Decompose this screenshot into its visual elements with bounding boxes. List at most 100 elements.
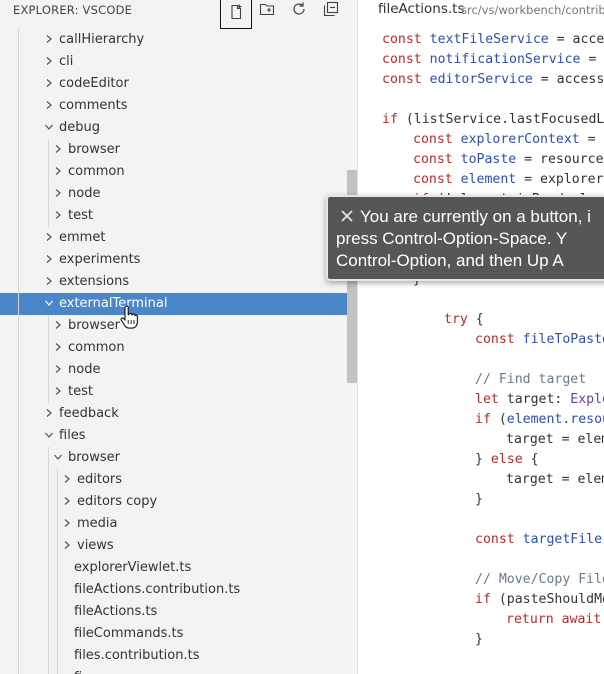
tree-folder-row[interactable]: browser — [0, 315, 358, 337]
tree-file-row[interactable]: explorerViewlet.ts — [0, 557, 358, 579]
tree-folder-row[interactable]: views — [0, 535, 358, 557]
code-line: if (element.resou — [475, 410, 604, 430]
code-token: target = elem — [506, 472, 604, 487]
tree-folder-row[interactable]: extensions — [0, 271, 358, 293]
indent-guide — [48, 161, 49, 183]
tab-filename[interactable]: fileActions.ts — [378, 1, 465, 17]
chevron-right-icon[interactable] — [44, 78, 54, 88]
tree-folder-row[interactable]: browser — [0, 139, 358, 161]
tree-folder-row[interactable]: debug — [0, 117, 358, 139]
code-line: let target: Explo — [475, 390, 604, 410]
chevron-right-icon[interactable] — [53, 188, 63, 198]
code-token: explorerContext — [460, 132, 580, 147]
indent-guide — [57, 535, 58, 557]
chevron-right-icon[interactable] — [44, 232, 54, 242]
chevron-right-icon[interactable] — [53, 364, 63, 374]
chevron-down-icon[interactable] — [44, 122, 54, 132]
chevron-right-icon[interactable] — [53, 386, 63, 396]
tree-folder-row[interactable]: codeEditor — [0, 73, 358, 95]
refresh-button[interactable] — [285, 0, 313, 22]
tree-item-label: browser — [68, 142, 121, 157]
code-line: } else { — [475, 450, 539, 470]
tree-file-row[interactable]: fi — [0, 667, 358, 674]
tree-item-label: cli — [59, 54, 74, 69]
tree-item-label: codeEditor — [59, 76, 129, 91]
code-token: const — [413, 172, 461, 187]
tree-folder-row[interactable]: callHierarchy — [0, 29, 358, 51]
chevron-down-icon[interactable] — [44, 298, 54, 308]
code-token: if — [475, 412, 499, 427]
tree-item-label: callHierarchy — [59, 32, 145, 47]
tree-file-row[interactable]: fileActions.contribution.ts — [0, 579, 358, 601]
tree-folder-row[interactable]: test — [0, 381, 358, 403]
chevron-right-icon[interactable] — [53, 144, 63, 154]
tree-item-label: extensions — [59, 274, 130, 289]
chevron-right-icon[interactable] — [53, 166, 63, 176]
code-line: const editorService = accesso — [382, 70, 604, 90]
indent-guide — [18, 139, 19, 161]
tree-folder-row[interactable]: externalTerminal — [0, 293, 358, 315]
tree-folder-row[interactable]: editors copy — [0, 491, 358, 513]
tree-item-label: debug — [59, 120, 100, 135]
tree-folder-row[interactable]: common — [0, 337, 358, 359]
chevron-right-icon[interactable] — [53, 342, 63, 352]
tree-file-row[interactable]: fileCommands.ts — [0, 623, 358, 645]
chevron-right-icon[interactable] — [44, 408, 54, 418]
tree-file-row[interactable]: fileActions.ts — [0, 601, 358, 623]
tree-file-row[interactable]: files.contribution.ts — [0, 645, 358, 667]
tree-folder-row[interactable]: test — [0, 205, 358, 227]
tree-item-label: fileActions.ts — [74, 604, 158, 619]
chevron-right-icon[interactable] — [62, 496, 72, 506]
tree-folder-row[interactable]: cli — [0, 51, 358, 73]
indent-guide — [18, 513, 19, 535]
chevron-right-icon[interactable] — [53, 210, 63, 220]
code-token: return await — [506, 612, 602, 627]
new-file-button[interactable] — [220, 0, 252, 29]
indent-guide — [18, 337, 19, 359]
chevron-right-icon[interactable] — [44, 56, 54, 66]
new-folder-button[interactable] — [253, 0, 281, 22]
chevron-right-icon[interactable] — [44, 254, 54, 264]
tree-folder-row[interactable]: browser — [0, 447, 358, 469]
code-editor[interactable]: fileActions.ts src/vs/workbench/contrib/… — [358, 0, 604, 674]
chevron-down-icon[interactable] — [53, 452, 63, 462]
tree-folder-row[interactable]: comments — [0, 95, 358, 117]
tree-folder-row[interactable]: media — [0, 513, 358, 535]
code-token: notificationService — [429, 52, 581, 67]
tree-item-label: media — [77, 516, 118, 531]
chevron-right-icon[interactable] — [62, 540, 72, 550]
indent-guide — [18, 645, 19, 667]
chevron-right-icon[interactable] — [44, 100, 54, 110]
tree-folder-row[interactable]: node — [0, 183, 358, 205]
code-token: = resources — [516, 152, 604, 167]
chevron-right-icon[interactable] — [62, 474, 72, 484]
tree-folder-row[interactable]: experiments — [0, 249, 358, 271]
tree-folder-row[interactable]: editors — [0, 469, 358, 491]
code-token: } — [475, 452, 491, 467]
tree-item-label: comments — [59, 98, 128, 113]
indent-guide — [48, 667, 49, 674]
tree-folder-row[interactable]: common — [0, 161, 358, 183]
chevron-right-icon[interactable] — [44, 276, 54, 286]
indent-guide — [48, 315, 49, 337]
code-line: target = elem — [506, 470, 604, 490]
code-token: } — [475, 492, 483, 507]
collapse-all-button[interactable] — [317, 0, 345, 22]
tree-folder-row[interactable]: node — [0, 359, 358, 381]
close-icon[interactable] — [340, 209, 354, 223]
chevron-right-icon[interactable] — [62, 518, 72, 528]
chevron-right-icon[interactable] — [44, 34, 54, 44]
indent-guide — [18, 293, 19, 315]
chevron-right-icon[interactable] — [53, 320, 63, 330]
indent-guide — [48, 205, 49, 227]
indent-guide — [57, 469, 58, 491]
tree-folder-row[interactable]: feedback — [0, 403, 358, 425]
indent-guide — [48, 601, 49, 623]
code-line: const textFileService = acces — [382, 30, 604, 50]
indent-guide — [57, 645, 58, 667]
code-line: const explorerContext = g — [413, 130, 604, 150]
tree-folder-row[interactable]: files — [0, 425, 358, 447]
tree-folder-row[interactable]: emmet — [0, 227, 358, 249]
chevron-down-icon[interactable] — [44, 430, 54, 440]
indent-guide — [57, 623, 58, 645]
